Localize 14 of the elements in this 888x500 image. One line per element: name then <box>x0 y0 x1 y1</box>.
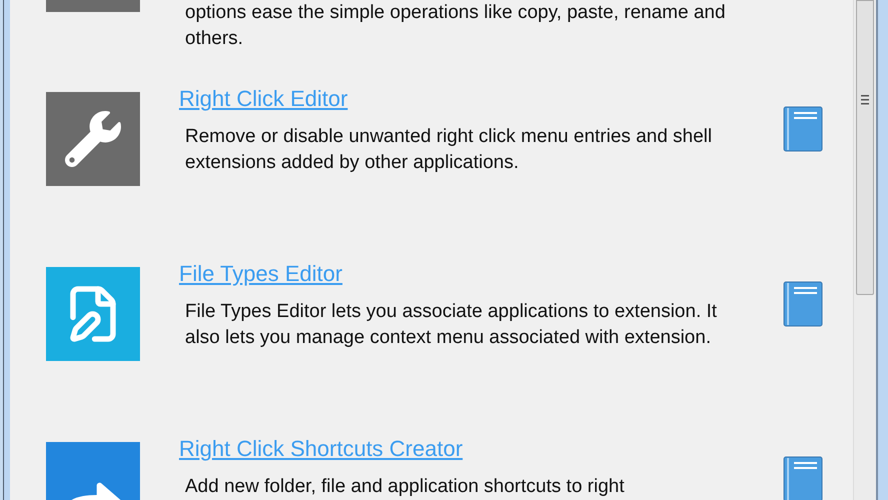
scrollbar[interactable] <box>853 0 876 500</box>
book-icon[interactable] <box>783 281 823 327</box>
tool-link[interactable]: File Types Editor <box>179 261 342 287</box>
grip-icon <box>861 95 869 105</box>
wrench-icon <box>65 111 121 167</box>
book-icon[interactable] <box>783 456 823 500</box>
tool-description: options ease the simple operations like copy, paste, rename and others. <box>185 1 726 51</box>
tool-description: Remove or disable unwanted right click menu entries and shell extensions added by other applications. <box>185 125 713 175</box>
tool-link[interactable]: Right Click Editor <box>179 86 348 112</box>
tool-link[interactable]: Right Click Shortcuts Creator <box>179 436 463 462</box>
tool-description: Add new folder, file and application shortcuts to right <box>185 475 626 499</box>
book-icon[interactable] <box>783 106 823 152</box>
scrollbar-thumb[interactable] <box>856 0 874 295</box>
tool-description: File Types Editor lets you associate applications to extension. It also lets you manage context menu associated with extension. <box>185 300 718 350</box>
